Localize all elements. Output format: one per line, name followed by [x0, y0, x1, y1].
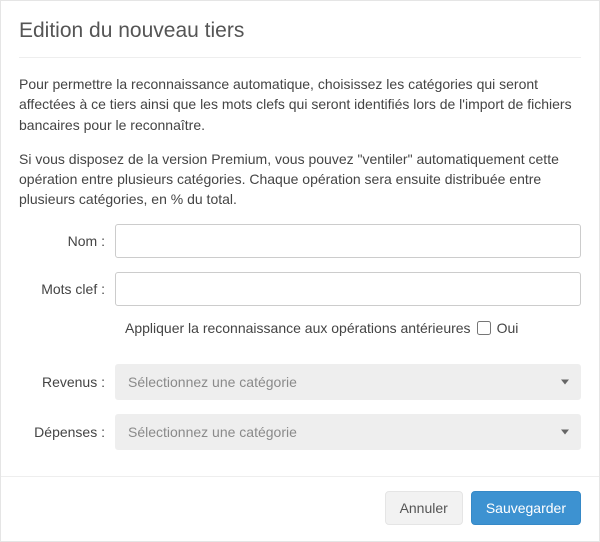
- apply-previous-label: Appliquer la reconnaissance aux opératio…: [125, 320, 471, 336]
- title-divider: [19, 57, 581, 58]
- save-button[interactable]: Sauvegarder: [471, 491, 581, 525]
- apply-previous-checkbox[interactable]: [477, 321, 491, 335]
- label-name: Nom :: [19, 233, 115, 249]
- help-paragraph-2: Si vous disposez de la version Premium, …: [19, 149, 581, 210]
- revenues-select[interactable]: Sélectionnez une catégorie: [115, 364, 581, 400]
- cancel-button[interactable]: Annuler: [385, 491, 463, 525]
- expenses-select-placeholder: Sélectionnez une catégorie: [128, 424, 297, 440]
- label-expenses: Dépenses :: [19, 424, 115, 440]
- modal-footer: Annuler Sauvegarder: [1, 476, 599, 539]
- expenses-select[interactable]: Sélectionnez une catégorie: [115, 414, 581, 450]
- revenues-select-wrap: Sélectionnez une catégorie: [115, 364, 581, 400]
- row-expenses: Dépenses : Sélectionnez une catégorie: [19, 414, 581, 450]
- row-apply-previous: Appliquer la reconnaissance aux opératio…: [125, 320, 581, 336]
- modal-body: Edition du nouveau tiers Pour permettre …: [1, 1, 599, 450]
- label-revenues: Revenus :: [19, 374, 115, 390]
- label-keywords: Mots clef :: [19, 281, 115, 297]
- help-paragraph-1: Pour permettre la reconnaissance automat…: [19, 74, 581, 135]
- row-keywords: Mots clef :: [19, 272, 581, 306]
- help-text: Pour permettre la reconnaissance automat…: [19, 74, 581, 210]
- apply-previous-yes: Oui: [497, 320, 519, 336]
- row-name: Nom :: [19, 224, 581, 258]
- row-revenues: Revenus : Sélectionnez une catégorie: [19, 364, 581, 400]
- expenses-select-wrap: Sélectionnez une catégorie: [115, 414, 581, 450]
- modal-title: Edition du nouveau tiers: [19, 19, 581, 43]
- name-input[interactable]: [115, 224, 581, 258]
- revenues-select-placeholder: Sélectionnez une catégorie: [128, 374, 297, 390]
- keywords-input[interactable]: [115, 272, 581, 306]
